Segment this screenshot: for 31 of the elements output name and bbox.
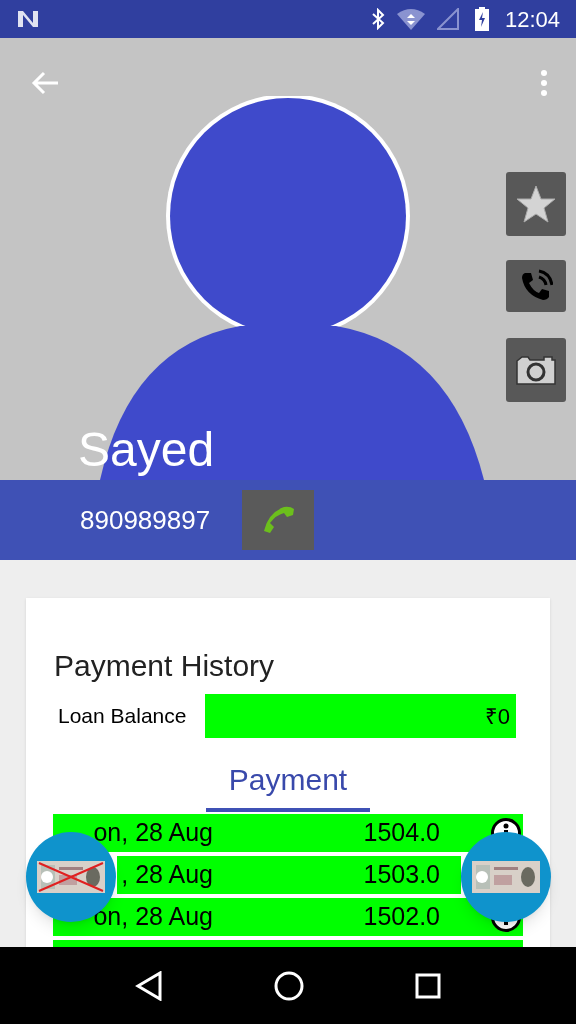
payment-date: on, 28 Aug (93, 817, 213, 849)
recents-icon[interactable] (414, 972, 441, 999)
payment-row[interactable]: , 28 Aug 1503.0 (117, 856, 461, 894)
camera-button[interactable] (506, 338, 566, 402)
n-logo-icon (16, 9, 40, 29)
payment-row[interactable]: on, 28 Aug 1504.0 (53, 814, 523, 852)
phone-number: 890989897 (80, 503, 211, 537)
payment-date: on, 28 Aug (93, 901, 213, 933)
payment-amount: 1502.0 (362, 901, 440, 933)
phone-icon (519, 269, 553, 303)
payment-amount: 1504.0 (362, 817, 440, 849)
wifi-icon (396, 8, 425, 30)
voice-call-button[interactable] (506, 260, 566, 312)
card-title: Payment History (54, 648, 276, 684)
loan-balance-label: Loan Balance (58, 703, 188, 730)
camera-icon (516, 355, 556, 385)
clock: 12:04 (504, 5, 560, 34)
signal-icon (436, 8, 459, 30)
call-button[interactable] (242, 490, 315, 550)
battery-icon (474, 7, 489, 31)
favorite-button[interactable] (506, 172, 566, 236)
loan-balance-value: ₹0 (205, 694, 516, 738)
back-arrow-icon (31, 71, 59, 95)
star-icon (515, 184, 557, 224)
payment-amount: 1503.0 (362, 859, 440, 891)
home-icon[interactable] (274, 970, 304, 1001)
banknote-icon (472, 861, 540, 893)
back-icon[interactable] (135, 970, 164, 1001)
banknote-icon (37, 861, 105, 893)
payment-date: , 28 Aug (121, 859, 213, 891)
bluetooth-icon (370, 8, 385, 30)
